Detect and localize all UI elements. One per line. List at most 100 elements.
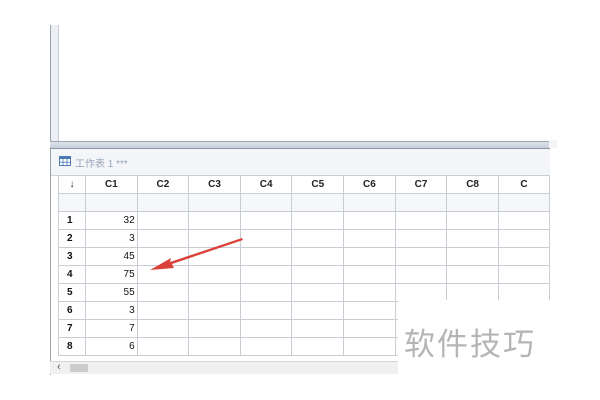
- session-window-left-frame: [50, 25, 59, 145]
- data-cell[interactable]: [136, 265, 190, 284]
- data-cell[interactable]: [291, 211, 345, 230]
- row-header[interactable]: 1: [57, 211, 87, 230]
- scroll-thumb[interactable]: [70, 364, 88, 372]
- data-cell[interactable]: [188, 247, 241, 266]
- data-cell[interactable]: [239, 319, 293, 338]
- data-cell[interactable]: [394, 247, 448, 266]
- table-row: 1 32: [57, 211, 550, 230]
- row-header[interactable]: 2: [57, 229, 87, 248]
- column-name-cell[interactable]: [343, 193, 396, 212]
- data-cell[interactable]: [343, 337, 396, 356]
- data-cell[interactable]: [136, 337, 190, 356]
- data-direction-indicator[interactable]: ↓: [57, 175, 87, 194]
- column-name-cell[interactable]: [446, 193, 499, 212]
- data-cell[interactable]: [188, 319, 241, 338]
- data-cell[interactable]: 7: [85, 319, 138, 338]
- data-cell[interactable]: 75: [85, 265, 138, 284]
- column-header-c9[interactable]: C: [497, 175, 550, 194]
- table-row: 3 45: [57, 247, 550, 266]
- data-cell[interactable]: [343, 211, 396, 230]
- data-cell[interactable]: [446, 265, 499, 284]
- data-cell[interactable]: [239, 211, 293, 230]
- column-name-cell[interactable]: [136, 193, 190, 212]
- column-name-cell[interactable]: [239, 193, 293, 212]
- data-cell[interactable]: [291, 265, 345, 284]
- data-cell[interactable]: [446, 283, 499, 302]
- column-header-c2[interactable]: C2: [136, 175, 190, 194]
- data-cell[interactable]: [446, 247, 499, 266]
- data-cell[interactable]: [291, 301, 345, 320]
- column-header-c4[interactable]: C4: [239, 175, 293, 194]
- data-cell[interactable]: [188, 301, 241, 320]
- column-header-c8[interactable]: C8: [446, 175, 499, 194]
- data-cell[interactable]: [394, 265, 448, 284]
- row-header[interactable]: 6: [57, 301, 87, 320]
- data-cell[interactable]: [343, 283, 396, 302]
- data-cell[interactable]: [291, 337, 345, 356]
- column-name-row: [57, 193, 550, 212]
- data-cell[interactable]: [136, 211, 190, 230]
- data-cell[interactable]: [291, 319, 345, 338]
- row-header[interactable]: 3: [57, 247, 87, 266]
- data-cell[interactable]: [136, 301, 190, 320]
- column-header-c3[interactable]: C3: [188, 175, 241, 194]
- data-cell[interactable]: [343, 265, 396, 284]
- data-cell[interactable]: [136, 319, 190, 338]
- column-name-cell[interactable]: [188, 193, 241, 212]
- data-cell[interactable]: [497, 265, 550, 284]
- data-cell[interactable]: [188, 283, 241, 302]
- column-name-cell[interactable]: [497, 193, 550, 212]
- data-cell[interactable]: [446, 211, 499, 230]
- data-cell[interactable]: [239, 229, 293, 248]
- data-cell[interactable]: [188, 229, 241, 248]
- column-name-cell[interactable]: [85, 193, 138, 212]
- data-cell[interactable]: [394, 229, 448, 248]
- data-cell[interactable]: [239, 337, 293, 356]
- data-cell[interactable]: 32: [85, 211, 138, 230]
- data-cell[interactable]: [343, 229, 396, 248]
- data-cell[interactable]: [497, 229, 550, 248]
- data-cell[interactable]: 6: [85, 337, 138, 356]
- data-cell[interactable]: [136, 247, 190, 266]
- data-cell[interactable]: [188, 211, 241, 230]
- row-header[interactable]: 4: [57, 265, 87, 284]
- data-cell[interactable]: [239, 265, 293, 284]
- data-cell[interactable]: [446, 229, 499, 248]
- data-cell[interactable]: [343, 301, 396, 320]
- data-cell[interactable]: 55: [85, 283, 138, 302]
- table-row: 5 55: [57, 283, 550, 302]
- row-header[interactable]: 7: [57, 319, 87, 338]
- column-header-c6[interactable]: C6: [343, 175, 396, 194]
- data-cell[interactable]: [497, 247, 550, 266]
- data-cell[interactable]: [239, 247, 293, 266]
- data-cell[interactable]: [343, 247, 396, 266]
- column-header-c5[interactable]: C5: [291, 175, 345, 194]
- column-header-c7[interactable]: C7: [394, 175, 448, 194]
- data-cell[interactable]: 3: [85, 301, 138, 320]
- worksheet-titlebar[interactable]: 工作表 1 ***: [51, 149, 550, 176]
- data-cell[interactable]: 3: [85, 229, 138, 248]
- row-header[interactable]: 8: [57, 337, 87, 356]
- column-name-cell[interactable]: [291, 193, 345, 212]
- data-cell[interactable]: [497, 283, 550, 302]
- watermark: 软件技巧: [404, 327, 536, 363]
- pane-splitter[interactable]: [50, 141, 550, 149]
- data-cell[interactable]: [343, 319, 396, 338]
- data-cell[interactable]: [497, 211, 550, 230]
- column-header-c1[interactable]: C1: [85, 175, 138, 194]
- data-cell[interactable]: [291, 283, 345, 302]
- scroll-left-arrow-icon[interactable]: ‹: [57, 361, 61, 373]
- data-cell[interactable]: [239, 283, 293, 302]
- data-cell[interactable]: [136, 283, 190, 302]
- data-cell[interactable]: [136, 229, 190, 248]
- data-cell[interactable]: [188, 265, 241, 284]
- row-header[interactable]: 5: [57, 283, 87, 302]
- data-cell[interactable]: [291, 247, 345, 266]
- column-name-cell[interactable]: [394, 193, 448, 212]
- data-cell[interactable]: [239, 301, 293, 320]
- data-cell[interactable]: 45: [85, 247, 138, 266]
- data-cell[interactable]: [291, 229, 345, 248]
- data-cell[interactable]: [394, 283, 448, 302]
- data-cell[interactable]: [394, 211, 448, 230]
- data-cell[interactable]: [188, 337, 241, 356]
